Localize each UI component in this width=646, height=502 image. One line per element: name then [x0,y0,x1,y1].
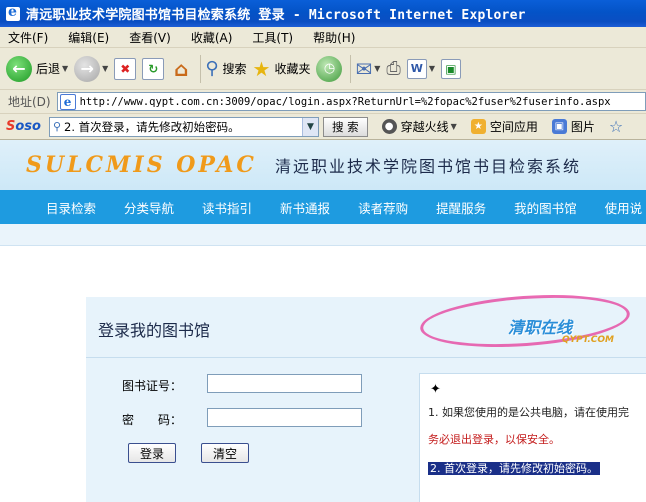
notice-line-2: 务必退出登录，以保安全。 [428,433,560,446]
nav-classification[interactable]: 分类导航 [124,198,174,217]
page-icon: e [59,93,76,110]
chevron-down-icon[interactable]: ▼ [301,117,318,136]
nav-my-library[interactable]: 我的图书馆 [514,198,577,217]
chevron-down-icon[interactable]: ▼ [374,64,380,73]
address-input[interactable]: e http://www.qypt.com.cn:3009/opac/login… [56,92,646,111]
address-bar: 地址(D) e http://www.qypt.com.cn:3009/opac… [0,90,646,114]
search-button[interactable]: ⚲ 搜索 [205,53,246,85]
notice-line-1: 1. 如果您使用的是公共电脑，请在使用完 [428,406,629,419]
address-url[interactable]: http://www.qypt.com.cn:3009/opac/login.a… [80,96,611,108]
nav-new-books[interactable]: 新书通报 [280,198,330,217]
toolbar-item-space[interactable]: ★ 空间应用 [470,118,538,135]
star-icon: ★ [252,56,271,81]
toolbar-item-space-label: 空间应用 [489,120,538,134]
messenger-button[interactable]: ▣ [440,53,461,85]
login-button[interactable]: 登录 [128,443,176,463]
chevron-down-icon[interactable]: ▼ [451,122,457,131]
chevron-down-icon[interactable]: ▼ [102,64,108,73]
soso-search-button[interactable]: 搜 索 [322,116,368,137]
divider [86,357,646,358]
chevron-down-icon[interactable]: ▼ [429,64,435,73]
sub-nav-strip [0,224,646,246]
site-name: 清远职业技术学院图书馆书目检索系统 [274,157,581,176]
game-icon: ● [381,119,397,134]
soso-logo-s: S [6,119,16,134]
card-number-label: 图书证号： [121,379,182,393]
toolbar-item-image-label: 图片 [570,120,595,134]
card-number-input[interactable] [207,374,362,393]
nav-reading-guide[interactable]: 读书指引 [202,198,252,217]
toolbar-item-image[interactable]: ▣ 图片 [551,118,595,135]
home-icon: ⌂ [174,56,189,81]
address-label: 地址(D) [8,95,51,109]
toolbar-item-more[interactable]: ☆ [609,117,623,136]
soso-toolbar: Soso ⚲ 2. 首次登录，请先修改初始密码。 ▼ 搜 索 ● 穿越火线 ▼ … [0,114,646,140]
menu-file[interactable]: 文件(F) [8,29,48,46]
history-icon: ◷ [316,55,343,82]
clear-button[interactable]: 清空 [201,443,249,463]
favorites-label: 收藏夹 [274,62,311,76]
back-arrow-icon: ← [6,55,32,82]
soso-logo-rest: oso [15,119,41,134]
soso-search-value[interactable]: 2. 首次登录，请先修改初始密码。 [64,119,302,135]
toolbar-item-cf[interactable]: ● 穿越火线 ▼ [381,118,457,135]
forward-button[interactable]: → ▼ [74,53,108,85]
mail-button[interactable]: ✉ ▼ [355,53,380,85]
menu-tools[interactable]: 工具(T) [252,29,293,46]
site-header: SULCMIS OPAC 清远职业技术学院图书馆书目检索系统 [0,140,646,190]
image-icon: ▣ [551,119,567,134]
chevron-down-icon[interactable]: ▼ [62,64,68,73]
notice-line-3: 2. 首次登录，请先修改初始密码。 [428,462,600,475]
menu-edit[interactable]: 编辑(E) [68,29,109,46]
notice-box: ✦ 1. 如果您使用的是公共电脑，请在使用完 务必退出登录，以保安全。 2. 首… [419,373,646,502]
password-label: 密 码： [121,413,182,427]
menu-favorites[interactable]: 收藏(A) [191,29,233,46]
soso-search-input[interactable]: ⚲ 2. 首次登录，请先修改初始密码。 ▼ [48,116,319,137]
nav-reminder[interactable]: 提醒服务 [436,198,486,217]
window-title: 清远职业技术学院图书馆书目检索系统 登录 - Microsoft Interne… [26,8,526,23]
print-button[interactable]: ⎙ [386,53,400,85]
soso-logo[interactable]: Soso [6,119,41,134]
ie-icon [6,4,20,21]
space-icon: ★ [470,119,486,134]
login-title: 登录我的图书馆 [98,321,211,340]
toolbar-separator [350,54,352,83]
nav-usage[interactable]: 使用说 [605,198,643,217]
stop-button[interactable]: ✖ [114,53,137,85]
password-input[interactable] [207,408,362,427]
stop-icon: ✖ [114,57,137,80]
printer-icon: ⎙ [386,58,401,79]
magnifier-icon: ⚲ [52,120,62,133]
menu-bar: 文件(F) 编辑(E) 查看(V) 收藏(A) 工具(T) 帮助(H) [0,27,646,48]
standard-toolbar: ← 后退 ▼ → ▼ ✖ ↻ ⌂ ⚲ 搜索 ★ 收藏夹 ◷ ✉ ▼ ⎙ W ▼ … [0,48,646,90]
refresh-button[interactable]: ↻ [142,53,165,85]
nav-recommend[interactable]: 读者荐购 [358,198,408,217]
refresh-icon: ↻ [142,57,165,80]
star-outline-icon: ☆ [608,117,624,136]
menu-help[interactable]: 帮助(H) [313,29,355,46]
messenger-icon: ▣ [440,58,461,79]
magnifier-icon: ⚲ [205,58,219,79]
forward-arrow-icon: → [74,55,101,82]
pin-icon: ✦ [430,382,441,397]
menu-view[interactable]: 查看(V) [129,29,171,46]
window-title-bar: 清远职业技术学院图书馆书目检索系统 登录 - Microsoft Interne… [0,0,646,27]
watermark-sub: QYPT.COM [562,335,615,345]
history-button[interactable]: ◷ [316,53,343,85]
toolbar-separator [200,54,202,83]
back-label: 后退 [36,62,61,76]
site-nav: 目录检索 分类导航 读书指引 新书通报 读者荐购 提醒服务 我的图书馆 使用说 [0,190,646,224]
back-button[interactable]: ← 后退 ▼ [6,53,68,85]
toolbar-item-cf-label: 穿越火线 [400,120,449,134]
word-icon: W [406,58,427,79]
mail-icon: ✉ [355,56,373,81]
favorites-button[interactable]: ★ 收藏夹 [253,53,311,85]
search-label: 搜索 [222,62,247,76]
edit-word-button[interactable]: W ▼ [406,53,435,85]
site-logo: SULCMIS OPAC [26,152,257,178]
home-button[interactable]: ⌂ [170,53,192,85]
nav-catalog-search[interactable]: 目录检索 [46,198,96,217]
